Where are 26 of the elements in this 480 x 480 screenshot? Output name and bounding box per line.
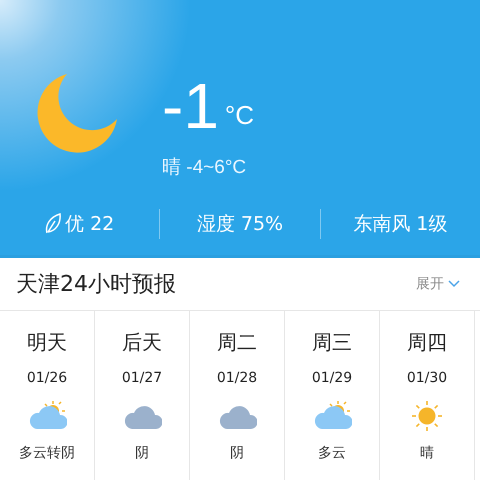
temperature-unit: °C bbox=[224, 100, 254, 131]
expand-button[interactable]: 展开 bbox=[416, 275, 460, 293]
day-date: 01/28 bbox=[216, 370, 258, 386]
day-date: 01/29 bbox=[312, 370, 352, 386]
day-date: 01/30 bbox=[406, 370, 448, 386]
day-weather: 多云 bbox=[318, 444, 346, 462]
day-weather: 阴 bbox=[135, 444, 149, 462]
weather-stat: 优 22 bbox=[65, 212, 114, 238]
day-weather: 阴 bbox=[230, 444, 244, 462]
day-name: 周三 bbox=[312, 329, 352, 356]
weather-summary: 晴 -4~6°C bbox=[162, 156, 248, 180]
sun-icon bbox=[410, 399, 444, 433]
day-weather: 晴 bbox=[420, 444, 434, 462]
day-name: 周四 bbox=[407, 329, 447, 356]
day-date: 01/27 bbox=[122, 370, 162, 386]
weather-stat: 东南风 1级 bbox=[353, 212, 448, 238]
weather-stat: 湿度 75% bbox=[196, 212, 284, 238]
day-name: 周二 bbox=[217, 329, 257, 356]
temperature: -1 bbox=[162, 74, 219, 138]
day-date: 01/26 bbox=[26, 370, 68, 386]
day-weather: 多云转阴 bbox=[19, 444, 75, 462]
day-name: 明天 bbox=[27, 329, 67, 356]
chevron-down-icon bbox=[448, 280, 460, 288]
leaf-icon bbox=[45, 213, 62, 236]
forecast-title: 天津24小时预报 bbox=[16, 271, 176, 299]
day-name: 后天 bbox=[122, 329, 162, 356]
